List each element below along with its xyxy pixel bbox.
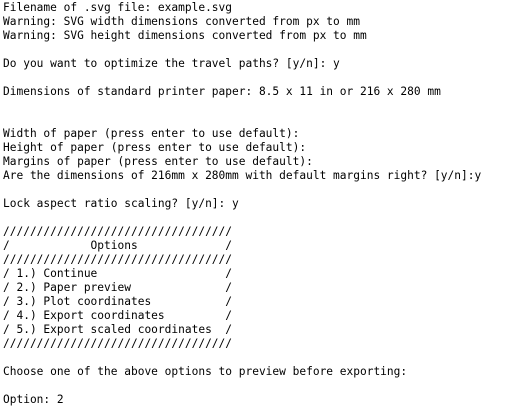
options-menu-border-bottom: ////////////////////////////////// bbox=[3, 337, 233, 350]
paper-height-prompt-line: Height of paper (press enter to use defa… bbox=[3, 141, 307, 154]
warning-width-line: Warning: SVG width dimensions converted … bbox=[3, 15, 360, 28]
paper-dimensions-info-line: Dimensions of standard printer paper: 8.… bbox=[3, 85, 441, 98]
optimize-paths-prompt-line: Do you want to optimize the travel paths… bbox=[3, 57, 340, 70]
menu-option-paper-preview: / 2.) Paper preview / bbox=[3, 281, 233, 294]
warning-height-line: Warning: SVG height dimensions converted… bbox=[3, 29, 367, 42]
options-menu-border-top: ////////////////////////////////// bbox=[3, 225, 233, 238]
confirm-dimensions-prompt-line: Are the dimensions of 216mm x 280mm with… bbox=[3, 169, 482, 182]
menu-option-continue: / 1.) Continue / bbox=[3, 267, 233, 280]
paper-width-prompt-line: Width of paper (press enter to use defau… bbox=[3, 127, 300, 140]
options-menu-border: ////////////////////////////////// bbox=[3, 253, 233, 266]
terminal-window[interactable]: Filename of .svg file: example.svg Warni… bbox=[0, 0, 511, 418]
choose-option-prompt-line: Choose one of the above options to previ… bbox=[3, 365, 408, 378]
menu-option-export-scaled-coordinates: / 5.) Export scaled coordinates / bbox=[3, 323, 233, 336]
menu-option-export-coordinates: / 4.) Export coordinates / bbox=[3, 309, 233, 322]
option-input-line[interactable]: Option: 2 bbox=[3, 393, 511, 407]
menu-option-plot-coordinates: / 3.) Plot coordinates / bbox=[3, 295, 233, 308]
paper-margins-prompt-line: Margins of paper (press enter to use def… bbox=[3, 155, 313, 168]
aspect-ratio-prompt-line: Lock aspect ratio scaling? [y/n]: y bbox=[3, 197, 239, 210]
options-menu-title: / Options / bbox=[3, 239, 233, 252]
filename-prompt-line: Filename of .svg file: example.svg bbox=[3, 1, 233, 14]
